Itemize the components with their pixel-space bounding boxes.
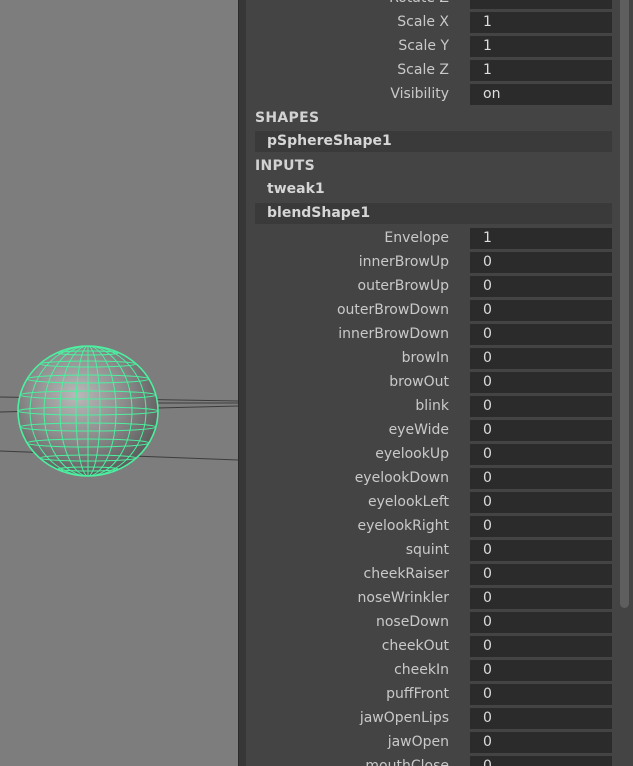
attribute-label[interactable]: eyelookUp [375,443,449,465]
attribute-label[interactable]: browOut [389,371,449,393]
attribute-label[interactable]: blink [415,395,449,417]
attribute-value-field[interactable]: 1 [470,36,612,57]
attribute-label[interactable]: eyelookRight [357,515,449,537]
attribute-label[interactable]: Scale X [397,11,449,33]
attribute-value-field[interactable]: 0 [470,348,612,369]
attribute-value-field[interactable]: 0 [470,636,612,657]
attribute-row[interactable]: innerBrowDown 0 [246,323,612,345]
attribute-row[interactable]: Scale Z 1 [246,59,612,81]
attribute-row[interactable]: eyelookLeft 0 [246,491,612,513]
attribute-row[interactable]: cheekIn 0 [246,659,612,681]
attribute-value-field[interactable]: 0 [470,300,612,321]
attribute-row[interactable]: cheekRaiser 0 [246,563,612,585]
input-node[interactable]: tweak1 [255,179,612,200]
attribute-value-field[interactable]: 0 [470,444,612,465]
viewport-3d[interactable] [0,0,238,766]
inputs-section-header: INPUTS [255,158,315,174]
attribute-label[interactable]: outerBrowUp [358,275,450,297]
attribute-value-field[interactable]: 0 [470,612,612,633]
input-node[interactable]: blendShape1 [255,203,612,224]
psphere-mesh[interactable] [17,345,159,477]
attribute-row[interactable]: blink 0 [246,395,612,417]
attribute-value-field[interactable]: 0 [470,732,612,753]
attribute-row[interactable]: mouthClose 0 [246,755,612,766]
attribute-value-field[interactable]: 0 [470,564,612,585]
attribute-row[interactable]: Scale Y 1 [246,35,612,57]
attribute-label[interactable]: noseDown [376,611,449,633]
attribute-value-field[interactable]: 0 [470,252,612,273]
attribute-row[interactable]: browIn 0 [246,347,612,369]
attribute-value-field[interactable]: 0 [470,756,612,766]
attribute-label[interactable]: browIn [402,347,449,369]
attribute-row[interactable]: jawOpenLips 0 [246,707,612,729]
attribute-row[interactable]: Scale X 1 [246,11,612,33]
attribute-row[interactable]: Visibility on [246,83,612,105]
attribute-label[interactable]: cheekOut [382,635,449,657]
attribute-row[interactable]: Envelope 1 [246,227,612,249]
attribute-value-field[interactable]: 0 [470,420,612,441]
attribute-label[interactable]: Envelope [384,227,449,249]
attribute-value-field[interactable]: 0 [470,324,612,345]
attribute-row[interactable]: cheekOut 0 [246,635,612,657]
attribute-value-field[interactable]: 0 [470,684,612,705]
attribute-label[interactable]: jawOpen [388,731,449,753]
shape-node-psphereshape1[interactable]: pSphereShape1 [255,131,612,152]
attribute-label[interactable]: eyelookDown [355,467,449,489]
attribute-value-field[interactable]: 1 [470,60,612,81]
attribute-row[interactable]: outerBrowUp 0 [246,275,612,297]
attribute-label[interactable]: puffFront [386,683,449,705]
attribute-value-field[interactable]: 0 [470,276,612,297]
attribute-label[interactable]: cheekIn [394,659,449,681]
attribute-label[interactable]: jawOpenLips [360,707,449,729]
attribute-row[interactable]: jawOpen 0 [246,731,612,753]
attribute-label[interactable]: innerBrowUp [359,251,449,273]
attribute-row[interactable]: eyeWide 0 [246,419,612,441]
attribute-row[interactable]: eyelookRight 0 [246,515,612,537]
attribute-row[interactable]: puffFront 0 [246,683,612,705]
attribute-value-field[interactable] [470,0,612,9]
attribute-value-field[interactable]: 0 [470,588,612,609]
attribute-value-field[interactable]: 0 [470,372,612,393]
attribute-label[interactable]: Rotate Z [389,0,449,9]
attribute-label[interactable]: Scale Z [397,59,449,81]
attribute-label[interactable]: mouthClose [365,755,449,766]
attribute-label[interactable]: innerBrowDown [338,323,449,345]
attribute-row[interactable]: outerBrowDown 0 [246,299,612,321]
attribute-label[interactable]: cheekRaiser [364,563,449,585]
attribute-value-field[interactable]: 0 [470,396,612,417]
attribute-row[interactable]: browOut 0 [246,371,612,393]
attribute-row[interactable]: noseWrinkler 0 [246,587,612,609]
attribute-value-field[interactable]: 0 [470,540,612,561]
attribute-label[interactable]: eyeWide [389,419,449,441]
attribute-label[interactable]: Visibility [390,83,449,105]
attribute-label[interactable]: Scale Y [398,35,449,57]
attribute-row[interactable]: innerBrowUp 0 [246,251,612,273]
attribute-value-field[interactable]: 0 [470,492,612,513]
attribute-label[interactable]: eyelookLeft [368,491,449,513]
attribute-value-field[interactable]: 0 [470,468,612,489]
channel-box-scrollbar[interactable] [616,0,633,766]
attribute-row[interactable]: eyelookDown 0 [246,467,612,489]
shapes-section-header: SHAPES [255,110,320,126]
attribute-value-field[interactable]: 1 [470,228,612,249]
attribute-value-field[interactable]: 0 [470,708,612,729]
attribute-value-field[interactable]: on [470,84,612,105]
attribute-row[interactable]: Rotate Z [246,0,612,9]
attribute-label[interactable]: squint [406,539,449,561]
attribute-row[interactable]: noseDown 0 [246,611,612,633]
attribute-value-field[interactable]: 0 [470,516,612,537]
channel-box: Rotate ZScale X1Scale Y1Scale Z1Visibili… [246,0,633,766]
attribute-label[interactable]: outerBrowDown [337,299,449,321]
viewport-scene[interactable] [0,0,238,766]
attribute-row[interactable]: squint 0 [246,539,612,561]
attribute-value-field[interactable]: 1 [470,12,612,33]
attribute-row[interactable]: eyelookUp 0 [246,443,612,465]
attribute-label[interactable]: noseWrinkler [358,587,449,609]
scrollbar-thumb[interactable] [620,0,629,608]
attribute-value-field[interactable]: 0 [470,660,612,681]
